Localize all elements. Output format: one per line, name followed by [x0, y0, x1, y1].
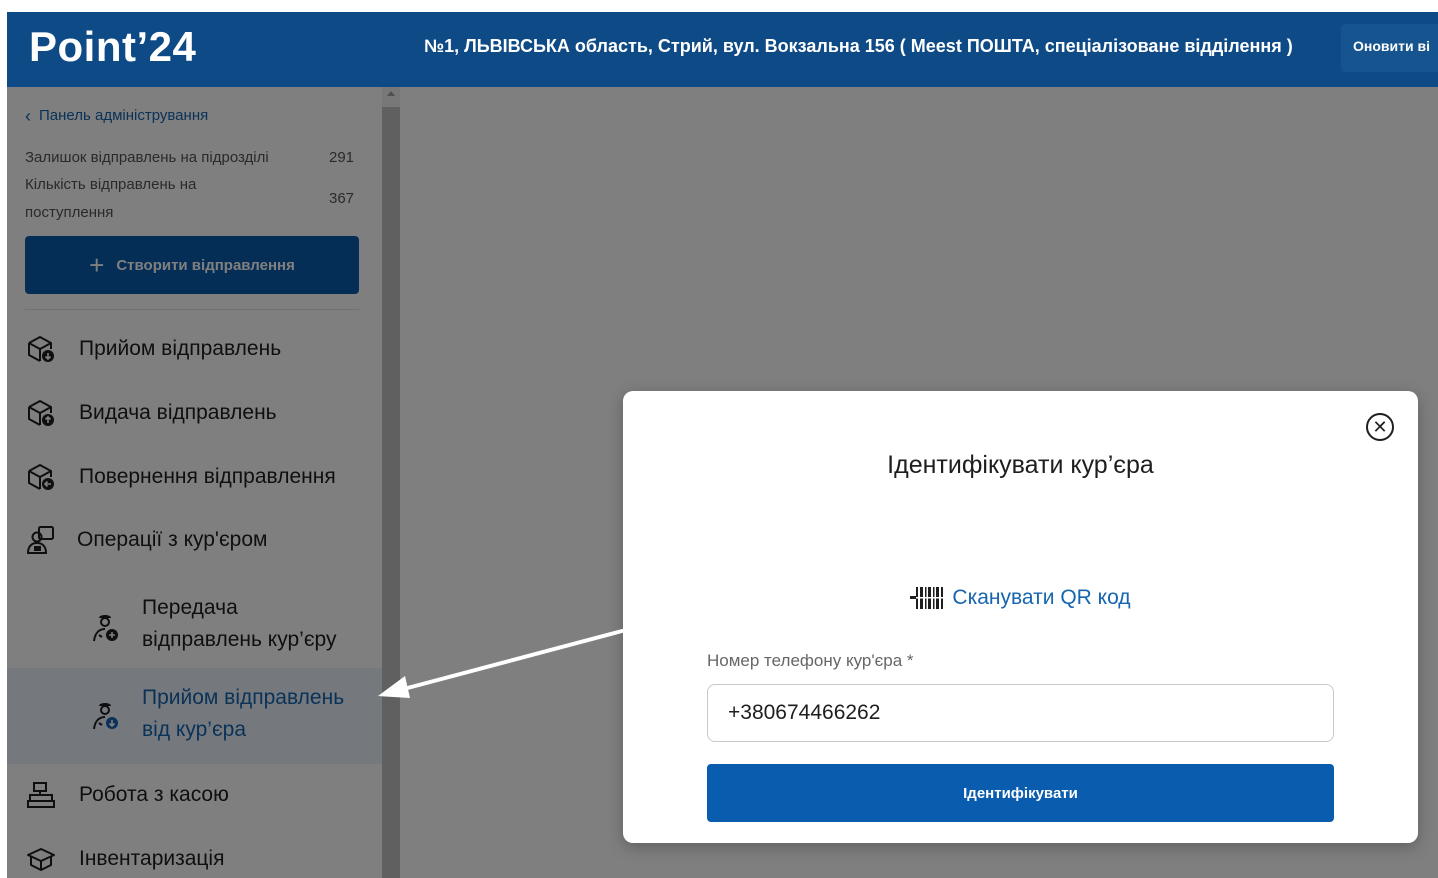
courier-phone-input[interactable] — [707, 684, 1334, 742]
barcode-scanner-icon — [910, 587, 944, 609]
close-icon[interactable]: ✕ — [1366, 413, 1394, 441]
scan-qr-label: Сканувати QR код — [952, 586, 1131, 609]
identify-button[interactable]: Ідентифікувати — [707, 764, 1334, 822]
scan-qr-link[interactable]: Сканувати QR код — [623, 585, 1418, 611]
phone-field-label: Номер телефону кур'єра * — [707, 651, 914, 670]
app-logo: Point’24 — [29, 23, 197, 70]
top-header: Point’24 №1, ЛЬВІВСЬКА область, Стрий, в… — [7, 12, 1438, 87]
identify-courier-dialog: ✕ Ідентифікувати кур’єра Сканувати QR ко… — [623, 391, 1418, 843]
refresh-button[interactable]: Оновити ві — [1341, 24, 1438, 72]
app-window: Point’24 №1, ЛЬВІВСЬКА область, Стрий, в… — [7, 12, 1438, 878]
branch-address: №1, ЛЬВІВСЬКА область, Стрий, вул. Вокза… — [424, 36, 1293, 56]
dialog-title: Ідентифікувати кур’єра — [887, 451, 1154, 479]
